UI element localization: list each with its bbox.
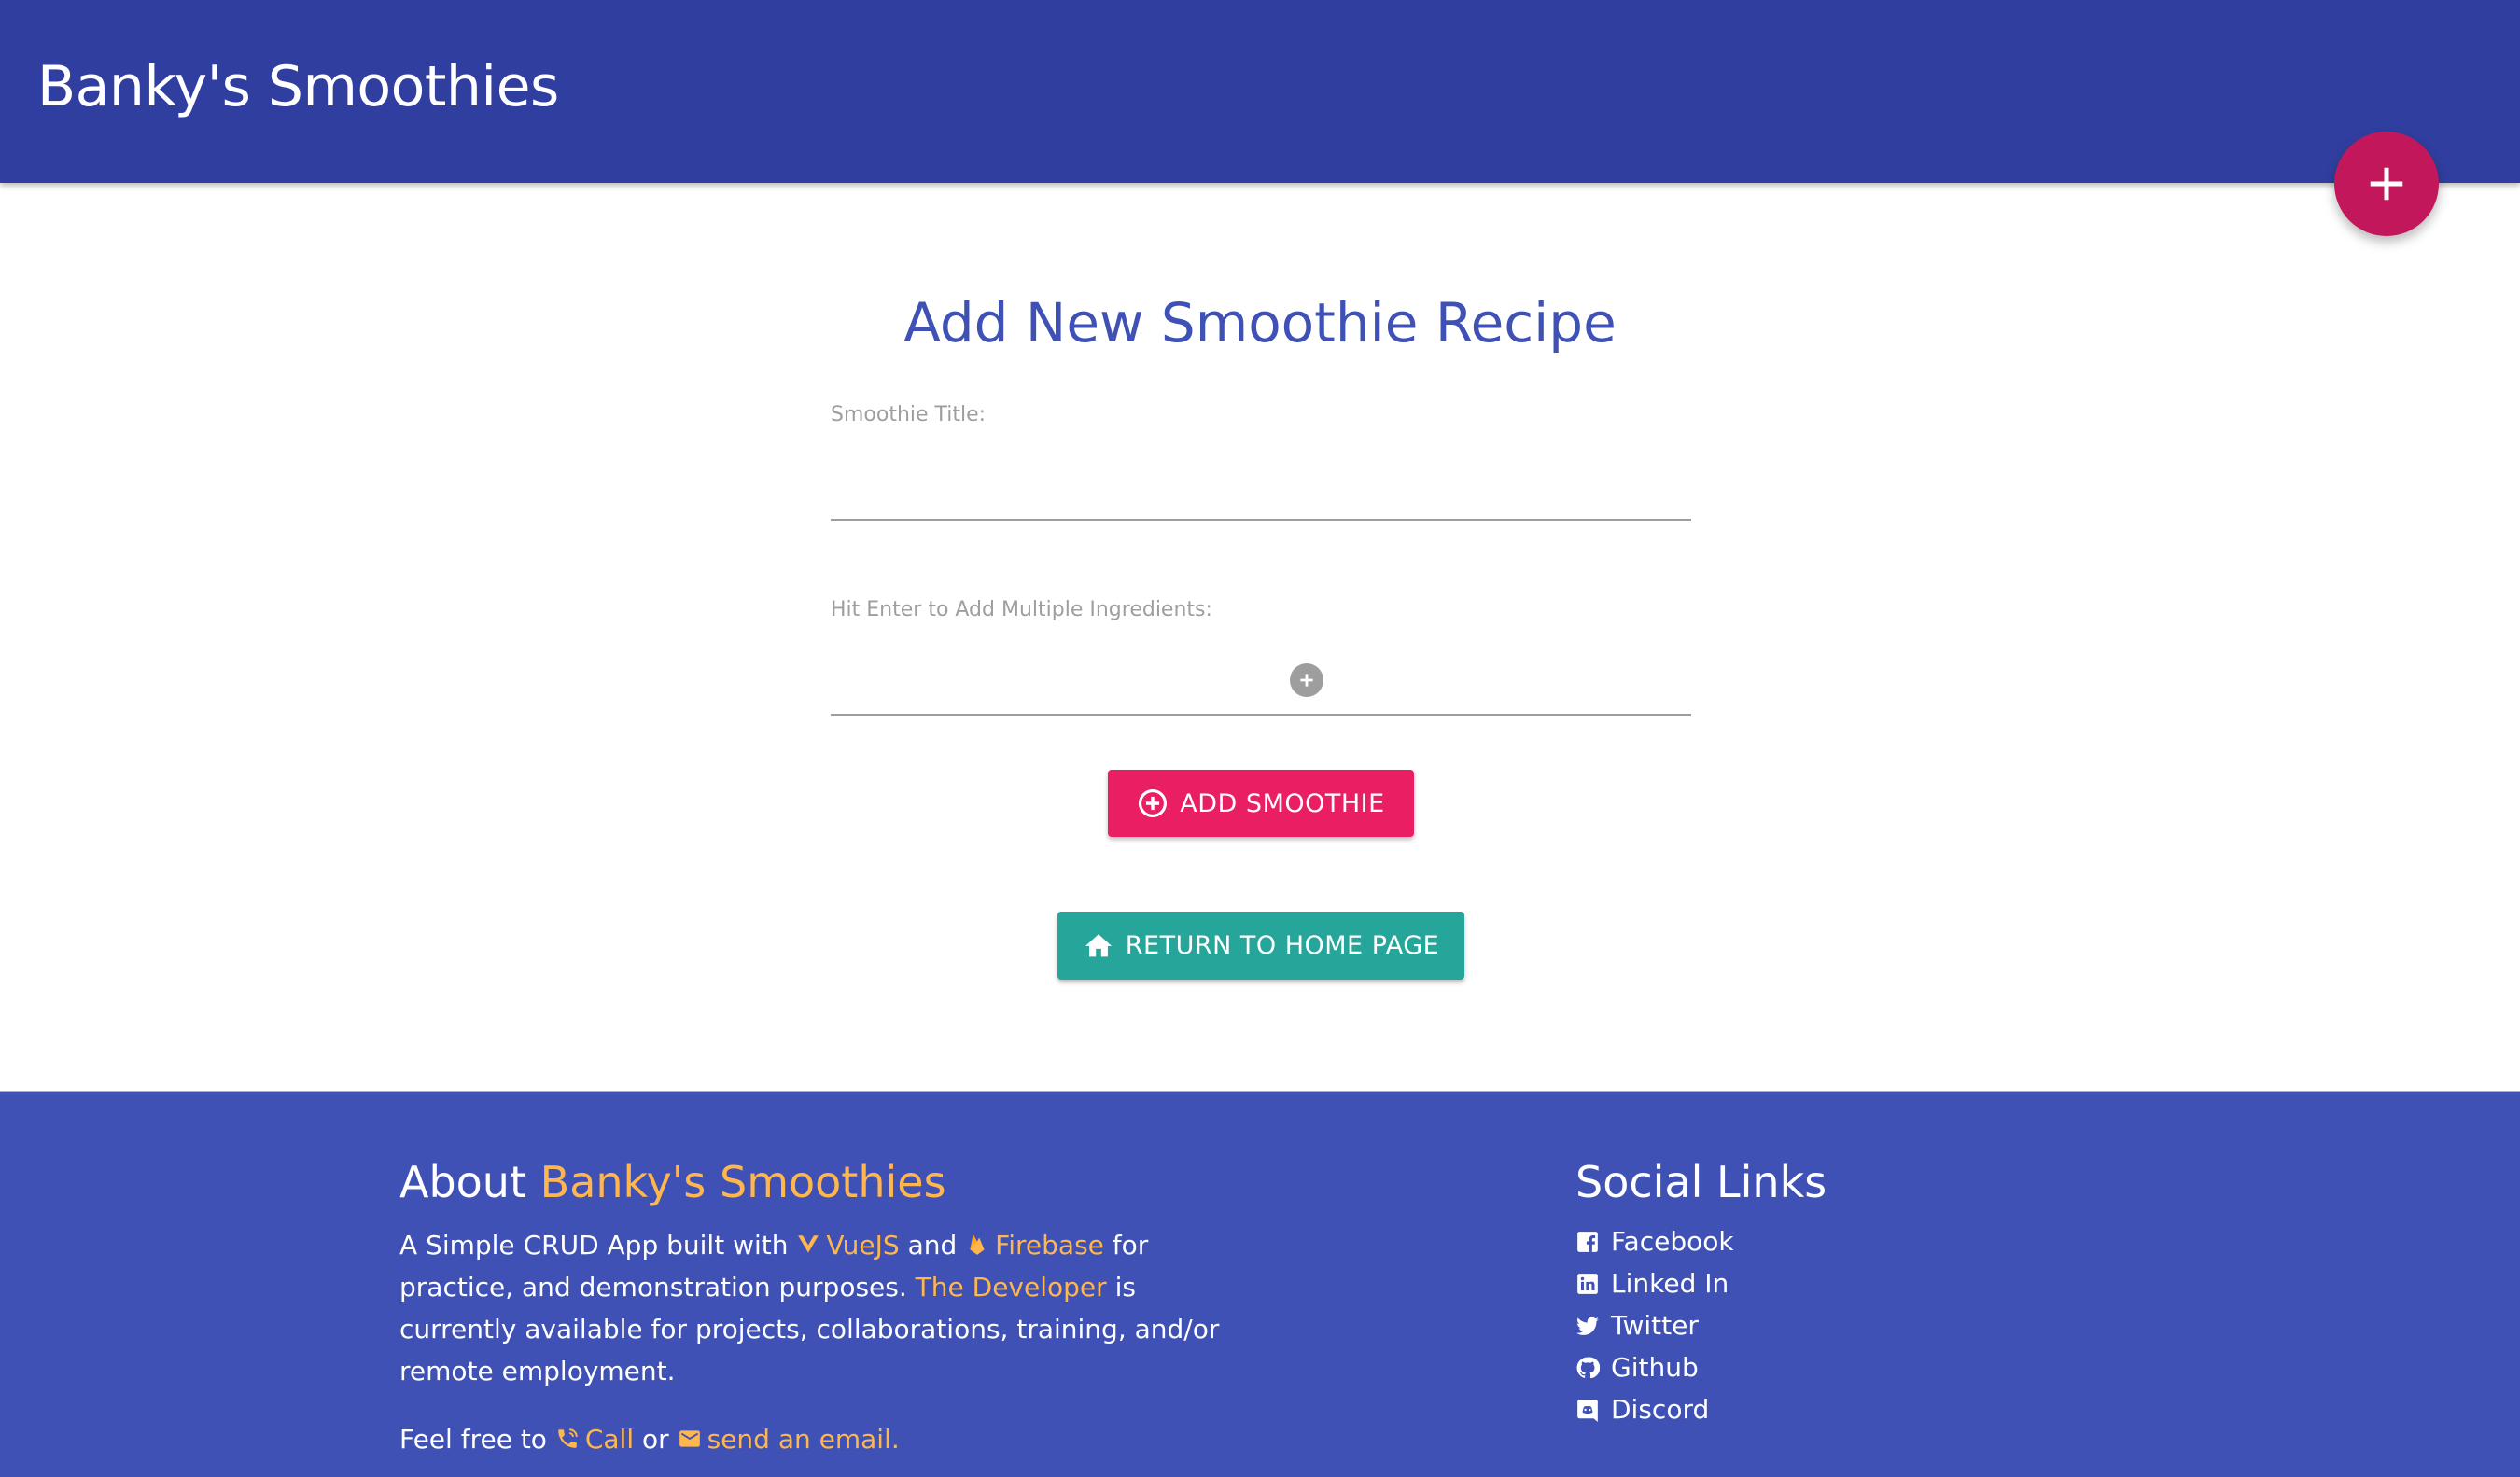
social-link-twitter[interactable]: Twitter bbox=[1575, 1304, 2042, 1346]
email-label: send an email. bbox=[707, 1424, 900, 1455]
return-home-label: Return to Home Page bbox=[1125, 931, 1440, 960]
linkedin-icon bbox=[1577, 1273, 1598, 1294]
app-header: Banky's Smoothies bbox=[0, 0, 2520, 183]
discord-icon bbox=[1577, 1399, 1598, 1422]
about-heading: About Banky's Smoothies bbox=[399, 1157, 1221, 1207]
plus-circle-outline-icon bbox=[1139, 788, 1168, 818]
return-home-button[interactable]: Return to Home Page bbox=[1057, 912, 1464, 980]
developer-link[interactable]: The Developer bbox=[916, 1272, 1107, 1303]
about-heading-prefix: About bbox=[399, 1157, 527, 1207]
email-link[interactable]: send an email. bbox=[678, 1424, 900, 1455]
smoothie-title-label: Smoothie Title: bbox=[831, 403, 987, 426]
footer: About Banky's Smoothies A Simple CRUD Ap… bbox=[0, 1091, 2520, 1477]
vuejs-link[interactable]: VueJS bbox=[796, 1230, 900, 1261]
social-heading: Social Links bbox=[1575, 1157, 1827, 1207]
contact-prefix: Feel free to bbox=[399, 1424, 547, 1455]
home-icon bbox=[1085, 933, 1112, 956]
contact-line: Feel free to Call or send an email. bbox=[399, 1418, 1221, 1460]
social-link-label: Discord bbox=[1611, 1394, 1710, 1425]
add-smoothie-button[interactable]: Add Smoothie bbox=[1108, 770, 1414, 837]
facebook-icon bbox=[1577, 1231, 1598, 1252]
ingredients-input[interactable] bbox=[831, 660, 1691, 716]
about-heading-brand: Banky's Smoothies bbox=[539, 1157, 946, 1207]
call-link[interactable]: Call bbox=[555, 1424, 634, 1455]
vuejs-icon bbox=[798, 1235, 819, 1253]
email-icon bbox=[679, 1430, 700, 1447]
app-title[interactable]: Banky's Smoothies bbox=[37, 54, 559, 119]
phone-icon bbox=[558, 1428, 578, 1448]
social-link-github[interactable]: Github bbox=[1575, 1346, 2042, 1388]
about-text-part: and bbox=[907, 1230, 958, 1261]
plus-circle-icon[interactable] bbox=[1290, 663, 1323, 697]
vuejs-label: VueJS bbox=[826, 1230, 900, 1261]
about-section: About Banky's Smoothies A Simple CRUD Ap… bbox=[399, 1157, 1221, 1460]
add-recipe-fab[interactable] bbox=[2334, 132, 2439, 236]
twitter-icon bbox=[1576, 1317, 1599, 1335]
social-link-facebook[interactable]: Facebook bbox=[1575, 1220, 2042, 1262]
social-link-label: Linked In bbox=[1611, 1268, 1729, 1299]
page-heading: Add New Smoothie Recipe bbox=[903, 291, 1617, 355]
contact-or: or bbox=[642, 1424, 669, 1455]
smoothie-title-input[interactable] bbox=[831, 465, 1691, 521]
social-link-linkedin[interactable]: Linked In bbox=[1575, 1262, 2042, 1304]
plus-icon bbox=[2370, 167, 2403, 201]
about-description: A Simple CRUD App built with VueJS and F… bbox=[399, 1224, 1221, 1392]
firebase-icon bbox=[970, 1234, 985, 1255]
firebase-link[interactable]: Firebase bbox=[965, 1230, 1104, 1261]
firebase-label: Firebase bbox=[995, 1230, 1104, 1261]
social-link-label: Github bbox=[1611, 1352, 1699, 1383]
social-links-list: Facebook Linked In Twitter Github Discor… bbox=[1575, 1220, 2042, 1430]
ingredients-label: Hit Enter to Add Multiple Ingredients: bbox=[831, 598, 1212, 621]
social-section: Social Links Facebook Linked In Twitter … bbox=[1575, 1157, 2042, 1430]
smoothie-title-field: Smoothie Title: bbox=[831, 403, 1691, 524]
social-link-label: Twitter bbox=[1611, 1310, 1699, 1341]
about-text-part: A Simple CRUD App built with bbox=[399, 1230, 789, 1261]
ingredients-field: Hit Enter to Add Multiple Ingredients: bbox=[831, 598, 1691, 719]
call-label: Call bbox=[584, 1424, 635, 1455]
plus-icon bbox=[1300, 674, 1313, 687]
github-icon bbox=[1576, 1356, 1600, 1378]
social-link-label: Facebook bbox=[1611, 1226, 1734, 1257]
add-smoothie-label: Add Smoothie bbox=[1180, 788, 1385, 818]
social-link-discord[interactable]: Discord bbox=[1575, 1388, 2042, 1430]
